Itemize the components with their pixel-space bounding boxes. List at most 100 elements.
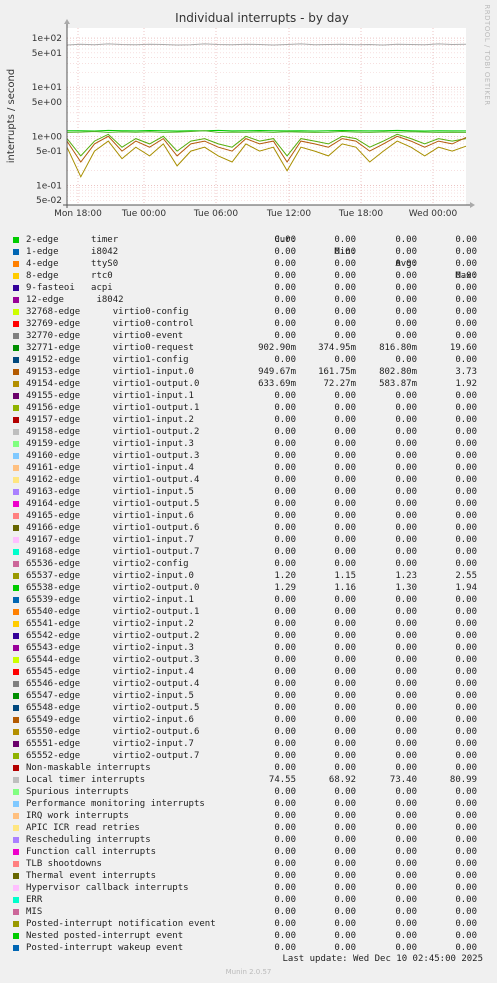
legend-swatch: [13, 837, 19, 843]
legend-swatch: [13, 237, 19, 243]
legend-swatch: [13, 309, 19, 315]
legend-row: 49161-edge virtio1-input.4 0.00 0.00 0.00 0.…: [0, 462, 497, 474]
legend-row: Posted-interrupt wakeup event 0.00 0.00 0.0…: [0, 942, 497, 954]
legend-max: 19.60: [449, 343, 477, 353]
legend-min: 0.00: [334, 787, 356, 797]
legend-row: 9-fasteoi acpi 0.00 0.00 0.00 0.00: [0, 282, 497, 294]
legend-label: 8-edge rtc0: [26, 271, 113, 281]
legend-row: 65536-edge virtio2-config 0.00 0.00 0.00 0.0…: [0, 558, 497, 570]
interrupts-chart: Individual interrupts - by day interrupt…: [6, 4, 491, 219]
legend-label: 65543-edge virtio2-input.3: [26, 643, 194, 653]
legend-swatch: [13, 297, 19, 303]
legend-min: 0.00: [334, 259, 356, 269]
legend-max: 0.00: [455, 835, 477, 845]
legend-swatch: [13, 777, 19, 783]
legend-row: 32771-edge virtio0-request 902.90m 374.95m…: [0, 342, 497, 354]
legend-label: Posted-interrupt notification event: [26, 919, 216, 929]
legend-swatch: [13, 729, 19, 735]
legend-row: 32770-edge virtio0-event 0.00 0.00 0.00 0.00: [0, 330, 497, 342]
legend-min: 0.00: [334, 751, 356, 761]
legend-swatch: [13, 513, 19, 519]
legend-max: 0.00: [455, 931, 477, 941]
legend-swatch: [13, 681, 19, 687]
legend-swatch: [13, 873, 19, 879]
legend-min: 0.00: [334, 535, 356, 545]
legend-max: 0.00: [455, 619, 477, 629]
legend-min: 0.00: [334, 355, 356, 365]
legend-row: 49159-edge virtio1-input.3 0.00 0.00 0.00 0.…: [0, 438, 497, 450]
legend-min: 0.00: [334, 487, 356, 497]
legend-label: 2-edge timer: [26, 235, 119, 245]
legend-label: 65541-edge virtio2-input.2: [26, 619, 194, 629]
legend-label: 65546-edge virtio2-output.4: [26, 679, 200, 689]
legend-min: 0.00: [334, 511, 356, 521]
last-update: Last update: Wed Dec 10 02:45:00 2025: [282, 954, 483, 964]
y-tick-label: 5e+00: [32, 98, 63, 108]
legend-max: 0.00: [455, 535, 477, 545]
legend-swatch: [13, 693, 19, 699]
legend-max: 0.00: [455, 595, 477, 605]
legend-row: Hypervisor callback interrupts 0.00 0.00 0.…: [0, 882, 497, 894]
legend-min: 0.00: [334, 427, 356, 437]
legend-max: 0.00: [455, 895, 477, 905]
legend-min: 0.00: [334, 727, 356, 737]
legend-max: 0.00: [455, 331, 477, 341]
legend-max: 0.00: [455, 919, 477, 929]
legend-max: 0.00: [455, 391, 477, 401]
legend-max: 0.00: [455, 247, 477, 257]
legend-max: 0.00: [455, 739, 477, 749]
legend-label: 65542-edge virtio2-output.2: [26, 631, 200, 641]
legend-max: 0.00: [455, 883, 477, 893]
legend-min: 0.00: [334, 679, 356, 689]
legend-row: 49157-edge virtio1-input.2 0.00 0.00 0.00 0.…: [0, 414, 497, 426]
legend-max: 1.94: [455, 583, 477, 593]
legend-min: 0.00: [334, 463, 356, 473]
legend-row: Performance monitoring interrupts 0.00 0.0…: [0, 798, 497, 810]
legend-max: 0.00: [455, 487, 477, 497]
legend-swatch: [13, 645, 19, 651]
legend-label: 65544-edge virtio2-output.3: [26, 655, 200, 665]
legend-max: 0.00: [455, 271, 477, 281]
legend-swatch: [13, 561, 19, 567]
legend-row: Local timer interrupts 74.55 68.92 73.40 80.…: [0, 774, 497, 786]
legend-swatch: [13, 885, 19, 891]
legend-label: Spurious interrupts: [26, 787, 129, 797]
chart-title: Individual interrupts - by day: [175, 11, 349, 25]
legend-max: 0.00: [455, 655, 477, 665]
legend-max: 0.00: [455, 307, 477, 317]
legend-min: 0.00: [334, 943, 356, 953]
legend-max: 0.00: [455, 547, 477, 557]
legend-min: 0.00: [334, 931, 356, 941]
legend-max: 0.00: [455, 631, 477, 641]
legend-label: 65550-edge virtio2-output.6: [26, 727, 200, 737]
legend-swatch: [13, 453, 19, 459]
legend-min: 0.00: [334, 871, 356, 881]
legend-label: 65540-edge virtio2-output.1: [26, 607, 200, 617]
legend-label: Non-maskable interrupts: [26, 763, 151, 773]
legend-label: 32771-edge virtio0-request: [26, 343, 194, 353]
legend-min: 0.00: [334, 595, 356, 605]
legend-min: 0.00: [334, 607, 356, 617]
legend-min: 0.00: [334, 295, 356, 305]
x-tick-label: Tue 18:00: [338, 209, 383, 219]
legend-row: 49168-edge virtio1-output.7 0.00 0.00 0.00 0…: [0, 546, 497, 558]
y-axis-arrow: [64, 19, 70, 24]
legend-label: 65536-edge virtio2-config: [26, 559, 189, 569]
legend-max: 0.00: [455, 859, 477, 869]
legend-swatch: [13, 813, 19, 819]
legend-min: 0.00: [334, 895, 356, 905]
legend-label: 49165-edge virtio1-input.6: [26, 511, 194, 521]
legend-label: 49161-edge virtio1-input.4: [26, 463, 194, 473]
legend-max: 0.00: [455, 799, 477, 809]
legend-label: IRQ work interrupts: [26, 811, 129, 821]
legend-row: 1-edge i8042 0.00 0.00 0.00 0.00: [0, 246, 497, 258]
legend-swatch: [13, 417, 19, 423]
legend-row: 49156-edge virtio1-output.1 0.00 0.00 0.00 0…: [0, 402, 497, 414]
legend-max: 0.00: [455, 811, 477, 821]
legend-min: 0.00: [334, 247, 356, 257]
legend-row: 65543-edge virtio2-input.3 0.00 0.00 0.00 0.…: [0, 642, 497, 654]
legend-min: 0.00: [334, 739, 356, 749]
legend-max: 0.00: [455, 235, 477, 245]
legend-label: 49157-edge virtio1-input.2: [26, 415, 194, 425]
x-tick-label: Tue 00:00: [121, 209, 166, 219]
